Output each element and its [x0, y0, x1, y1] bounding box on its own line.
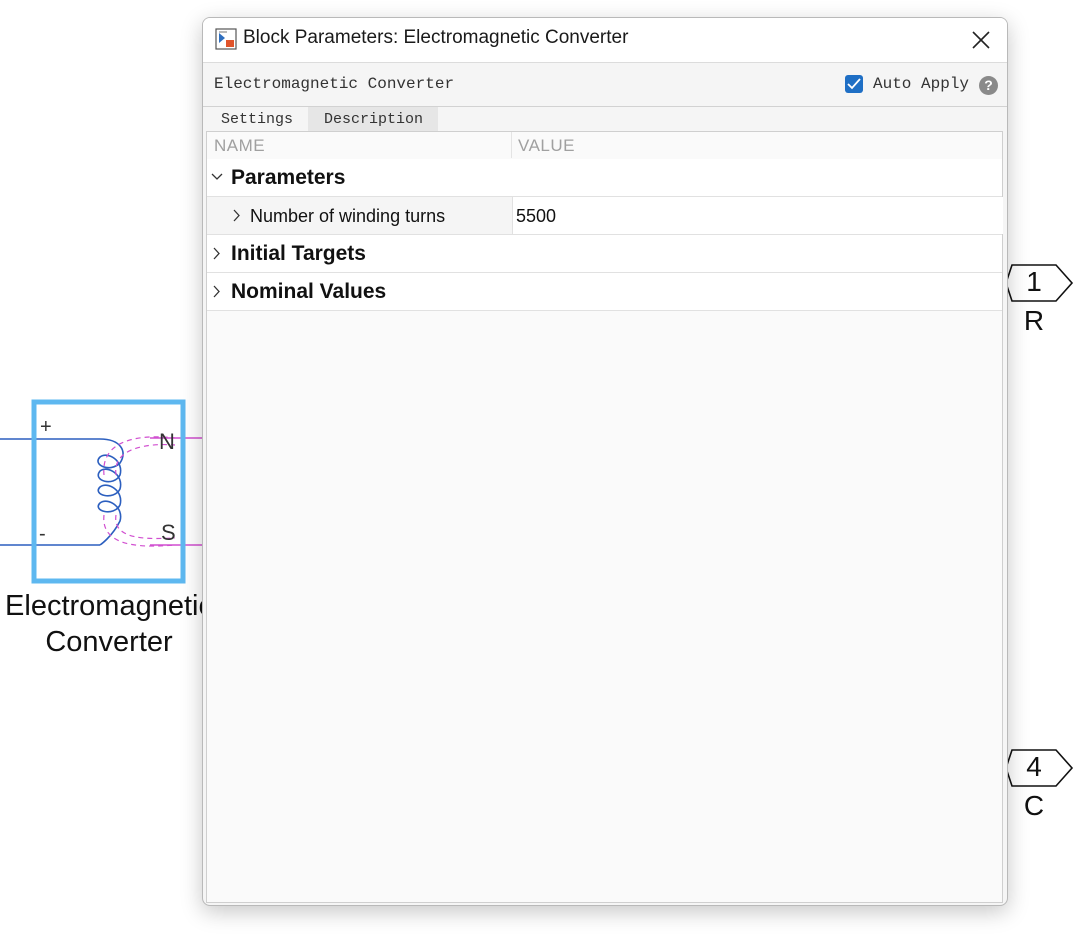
group-label: Parameters — [231, 166, 346, 189]
chevron-right-icon[interactable] — [213, 247, 221, 260]
group-row-initial-targets[interactable]: Initial Targets — [207, 235, 1002, 273]
chevron-down-icon[interactable] — [211, 173, 223, 181]
group-row-nominal-values[interactable]: Nominal Values — [207, 273, 1002, 311]
block-parameters-dialog: Block Parameters: Electromagnetic Conver… — [202, 17, 1008, 906]
port-s-label: S — [161, 520, 176, 545]
simulink-block-icon — [215, 28, 237, 50]
dialog-title: Block Parameters: Electromagnetic Conver… — [243, 27, 629, 48]
dialog-titlebar[interactable]: Block Parameters: Electromagnetic Conver… — [203, 18, 1007, 62]
dialog-tabs: Settings Description — [205, 107, 439, 131]
param-value[interactable]: 5500 — [516, 206, 556, 227]
port-n-label: N — [159, 429, 175, 454]
column-divider — [511, 132, 512, 158]
group-label: Initial Targets — [231, 242, 366, 265]
port-block-1[interactable]: 1 R — [1004, 263, 1075, 343]
block-header-strip: Electromagnetic Converter Auto Apply ? — [203, 62, 1007, 107]
auto-apply-label: Auto Apply — [873, 75, 970, 93]
parameters-table: NAME VALUE Parameters Number of winding … — [206, 131, 1003, 903]
port-label: R — [1023, 305, 1045, 336]
port-number: 1 — [1026, 266, 1042, 297]
port-block-4[interactable]: 4 C — [1004, 748, 1075, 828]
param-label: Number of winding turns — [250, 206, 446, 226]
block-name-label[interactable]: Electromagnetic Converter — [0, 588, 218, 660]
chevron-right-icon[interactable] — [233, 209, 241, 222]
block-type-label: Electromagnetic Converter — [214, 75, 455, 93]
checkbox-checked-icon[interactable] — [845, 75, 863, 93]
group-label: Nominal Values — [231, 280, 387, 303]
auto-apply-checkbox[interactable]: Auto Apply — [845, 73, 969, 95]
group-row-parameters[interactable]: Parameters — [207, 159, 1002, 197]
param-value-field[interactable]: 5500 — [512, 197, 1003, 234]
question-icon[interactable]: ? — [979, 76, 998, 95]
port-number: 4 — [1026, 751, 1042, 782]
port-plus-label: + — [40, 416, 52, 438]
tab-settings[interactable]: Settings — [205, 107, 309, 131]
column-header-value: VALUE — [518, 136, 575, 155]
port-label: C — [1023, 790, 1045, 821]
model-canvas: + - N S Electromagnetic Converter 1 R 4 … — [0, 0, 1075, 951]
chevron-right-icon[interactable] — [213, 285, 221, 298]
param-name-cell: Number of winding turns — [207, 197, 512, 234]
close-icon — [972, 31, 990, 49]
column-header-name: NAME — [214, 136, 266, 155]
param-row-winding-turns[interactable]: Number of winding turns 5500 — [207, 197, 1003, 235]
port-minus-label: - — [39, 523, 46, 545]
close-button[interactable] — [963, 22, 999, 58]
tab-description[interactable]: Description — [308, 107, 439, 131]
electromagnetic-converter-block[interactable]: + - N S — [0, 395, 220, 590]
